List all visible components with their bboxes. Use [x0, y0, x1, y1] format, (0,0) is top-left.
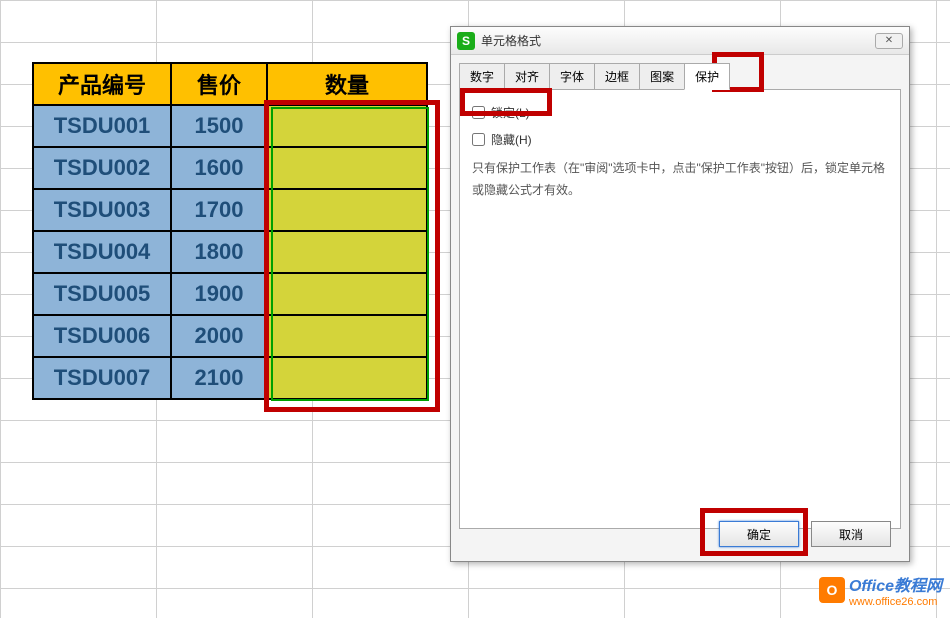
cell-id[interactable]: TSDU006 [33, 315, 171, 357]
dialog-tabs: 数字 对齐 字体 边框 图案 保护 [451, 55, 909, 90]
dialog-titlebar[interactable]: S 单元格格式 ✕ [451, 27, 909, 55]
selection-marquee [271, 107, 429, 401]
cell-id[interactable]: TSDU002 [33, 147, 171, 189]
lock-label: 锁定(L) [491, 104, 530, 121]
tab-pattern[interactable]: 图案 [639, 63, 685, 90]
cell-price[interactable]: 1500 [171, 105, 267, 147]
close-icon[interactable]: ✕ [875, 33, 903, 49]
cell-price[interactable]: 1900 [171, 273, 267, 315]
cancel-button[interactable]: 取消 [811, 521, 891, 547]
cell-id[interactable]: TSDU005 [33, 273, 171, 315]
watermark-brand: Office教程网 [849, 578, 942, 595]
hide-checkbox[interactable] [472, 133, 485, 146]
tab-panel-protect: 锁定(L) 隐藏(H) 只有保护工作表（在"审阅"选项卡中，点击"保护工作表"按… [459, 89, 901, 529]
ok-button[interactable]: 确定 [719, 521, 799, 547]
cell-id[interactable]: TSDU004 [33, 231, 171, 273]
cell-id[interactable]: TSDU007 [33, 357, 171, 399]
header-price: 售价 [171, 63, 267, 105]
lock-checkbox[interactable] [472, 106, 485, 119]
watermark-icon: O [819, 577, 845, 603]
tab-number[interactable]: 数字 [459, 63, 505, 90]
app-icon: S [457, 32, 475, 50]
watermark-text: Office教程网 www.office26.com [849, 572, 942, 608]
tab-border[interactable]: 边框 [594, 63, 640, 90]
cell-id[interactable]: TSDU001 [33, 105, 171, 147]
tab-align[interactable]: 对齐 [504, 63, 550, 90]
cell-price[interactable]: 2000 [171, 315, 267, 357]
watermark-url: www.office26.com [849, 596, 942, 608]
cell-format-dialog: S 单元格格式 ✕ 数字 对齐 字体 边框 图案 保护 锁定(L) 隐藏(H) … [450, 26, 910, 562]
header-product-id: 产品编号 [33, 63, 171, 105]
header-qty: 数量 [267, 63, 427, 105]
cell-price[interactable]: 2100 [171, 357, 267, 399]
protect-description: 只有保护工作表（在"审阅"选项卡中，点击"保护工作表"按钮）后，锁定单元格或隐藏… [472, 158, 888, 201]
cell-id[interactable]: TSDU003 [33, 189, 171, 231]
cell-price[interactable]: 1600 [171, 147, 267, 189]
watermark: O Office教程网 www.office26.com [819, 572, 942, 608]
cell-price[interactable]: 1700 [171, 189, 267, 231]
tab-protect[interactable]: 保护 [684, 63, 730, 90]
cell-price[interactable]: 1800 [171, 231, 267, 273]
dialog-title: 单元格格式 [481, 32, 875, 49]
tab-font[interactable]: 字体 [549, 63, 595, 90]
hide-label: 隐藏(H) [491, 131, 532, 148]
